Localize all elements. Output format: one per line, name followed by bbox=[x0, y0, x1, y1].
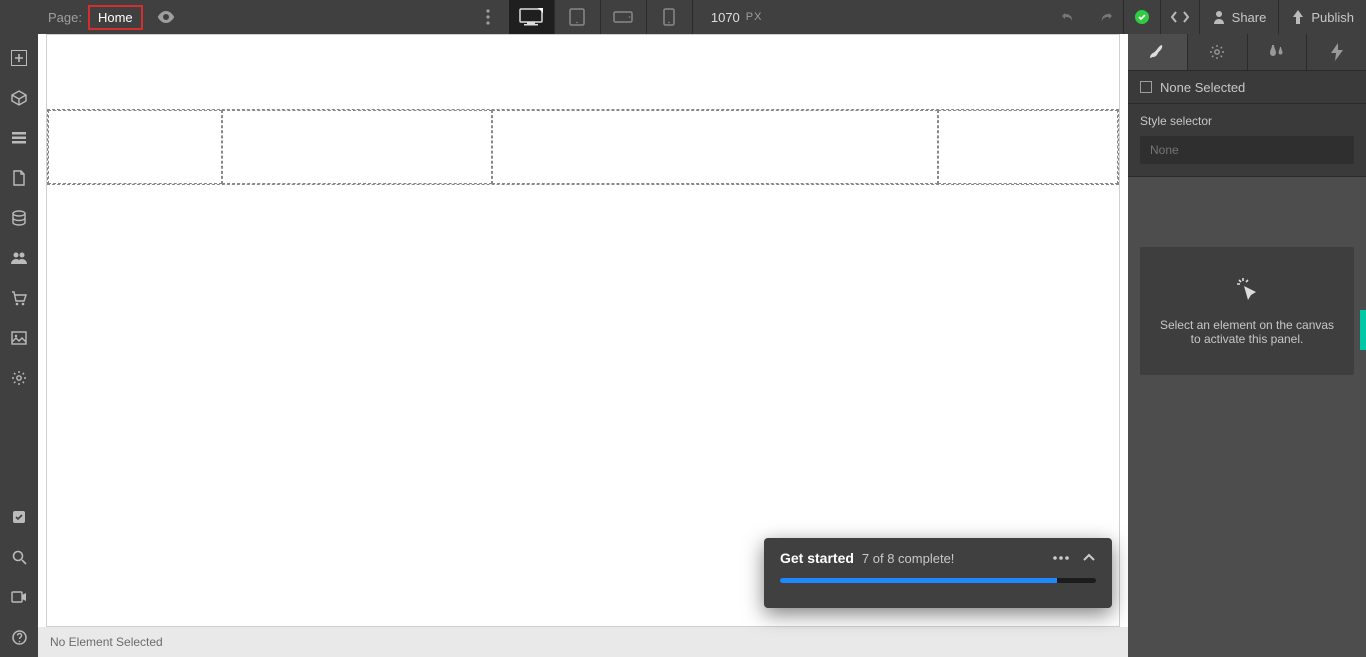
status-ok-button[interactable] bbox=[1123, 0, 1160, 34]
symbols-button[interactable] bbox=[0, 78, 38, 118]
cms-button[interactable] bbox=[0, 198, 38, 238]
breakpoint-switcher bbox=[509, 0, 693, 34]
redo-button[interactable] bbox=[1087, 0, 1123, 34]
onboarding-progress-bar bbox=[780, 578, 1096, 583]
column-4[interactable] bbox=[938, 110, 1118, 184]
right-panel: None Selected Style selector Select an e… bbox=[1128, 34, 1366, 657]
columns-element[interactable] bbox=[47, 109, 1119, 185]
video-tutorials-button[interactable] bbox=[0, 577, 38, 617]
assets-button[interactable] bbox=[0, 318, 38, 358]
page-label: Page: bbox=[48, 10, 82, 25]
onboarding-subtitle: 7 of 8 complete! bbox=[862, 551, 955, 566]
column-1[interactable] bbox=[48, 110, 222, 184]
top-bar: Page: Home 1070 PX bbox=[0, 0, 1366, 34]
style-selector-input[interactable] bbox=[1140, 136, 1354, 164]
preview-button[interactable] bbox=[149, 0, 183, 34]
onboarding-title: Get started bbox=[780, 550, 854, 566]
ecommerce-button[interactable] bbox=[0, 278, 38, 318]
more-options-button[interactable] bbox=[471, 0, 505, 34]
pages-button[interactable] bbox=[0, 158, 38, 198]
canvas-width-unit: PX bbox=[746, 11, 763, 23]
onboarding-progress-fill bbox=[780, 578, 1057, 583]
navigator-button[interactable] bbox=[0, 118, 38, 158]
pointer-click-icon bbox=[1234, 276, 1260, 304]
left-toolbar bbox=[0, 34, 38, 657]
element-settings-tab[interactable] bbox=[1188, 34, 1248, 70]
page-name-highlight[interactable]: Home bbox=[88, 5, 143, 30]
publish-button[interactable]: Publish bbox=[1278, 0, 1366, 34]
breakpoint-phone-portrait[interactable] bbox=[647, 0, 693, 34]
onboarding-panel: Get started 7 of 8 complete! bbox=[764, 538, 1112, 608]
onboarding-collapse-button[interactable] bbox=[1082, 553, 1096, 563]
style-manager-tab[interactable] bbox=[1248, 34, 1308, 70]
selection-text: None Selected bbox=[1160, 80, 1245, 95]
breakpoint-tablet[interactable] bbox=[555, 0, 601, 34]
style-selector-section: Style selector bbox=[1128, 104, 1366, 177]
selection-icon bbox=[1140, 81, 1152, 93]
help-button[interactable] bbox=[0, 617, 38, 657]
style-tab[interactable] bbox=[1128, 34, 1188, 70]
users-button[interactable] bbox=[0, 238, 38, 278]
share-button[interactable]: Share bbox=[1199, 0, 1279, 34]
status-bar: No Element Selected bbox=[38, 627, 1128, 657]
style-selector-label: Style selector bbox=[1140, 114, 1354, 128]
selection-indicator: None Selected bbox=[1128, 70, 1366, 104]
panel-empty-text: Select an element on the canvas to activ… bbox=[1140, 318, 1354, 346]
settings-button[interactable] bbox=[0, 358, 38, 398]
onboarding-more-button[interactable] bbox=[1052, 555, 1070, 561]
canvas-width-display: 1070 PX bbox=[711, 10, 763, 25]
status-text: No Element Selected bbox=[50, 635, 163, 649]
audit-button[interactable] bbox=[0, 497, 38, 537]
add-element-button[interactable] bbox=[0, 38, 38, 78]
panel-empty-state: Select an element on the canvas to activ… bbox=[1128, 177, 1366, 657]
export-code-button[interactable] bbox=[1160, 0, 1199, 34]
column-2[interactable] bbox=[222, 110, 492, 184]
search-button[interactable] bbox=[0, 537, 38, 577]
column-3[interactable] bbox=[492, 110, 938, 184]
breakpoint-phone-landscape[interactable] bbox=[601, 0, 647, 34]
canvas-width-value: 1070 bbox=[711, 10, 740, 25]
breakpoint-desktop[interactable] bbox=[509, 0, 555, 34]
right-panel-drawer-handle[interactable] bbox=[1360, 310, 1366, 350]
interactions-tab[interactable] bbox=[1307, 34, 1366, 70]
right-panel-tabs bbox=[1128, 34, 1366, 70]
undo-button[interactable] bbox=[1051, 0, 1087, 34]
